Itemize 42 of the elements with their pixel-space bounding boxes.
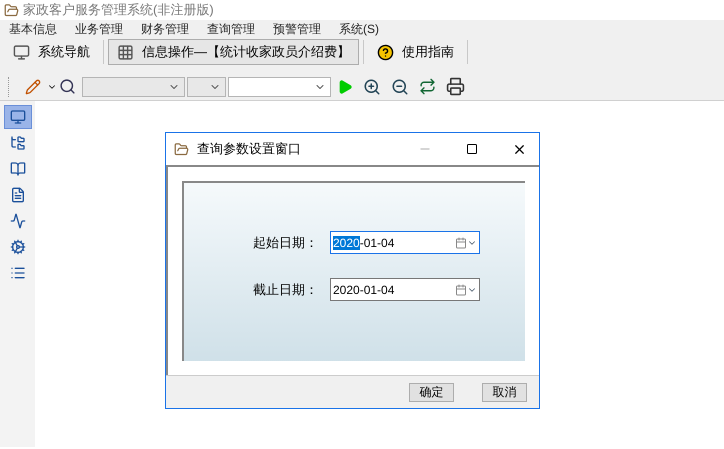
field-label: 截止日期：: [253, 280, 318, 299]
monitor-icon: [10, 109, 26, 125]
list-icon: [10, 265, 26, 281]
sidebar-button[interactable]: [4, 105, 32, 129]
menu-item[interactable]: 系统(S): [330, 20, 388, 38]
dropdown-field[interactable]: [228, 76, 331, 96]
dialog-app-icon: [174, 142, 189, 156]
nav-tab[interactable]: 信息操作—【统计收家政员介绍费】: [108, 39, 359, 65]
monitor-icon: [13, 44, 30, 60]
gear-icon: [10, 239, 26, 255]
window-title: 家政客户服务管理系统(非注册版): [23, 1, 214, 20]
help-icon: [377, 44, 394, 60]
grid-icon: [117, 44, 134, 60]
dialog-button[interactable]: 确定: [409, 382, 454, 402]
menu-item[interactable]: 业务管理: [66, 20, 132, 38]
book-icon: [10, 161, 26, 177]
swap-icon[interactable]: [419, 78, 436, 95]
dropdown-field[interactable]: [82, 76, 185, 96]
folder-tree-icon: [10, 135, 26, 151]
dialog-title: 查询参数设置窗口: [197, 140, 302, 158]
dialog-button[interactable]: 取消: [482, 382, 527, 402]
field-label: 起始日期：: [253, 234, 318, 252]
pencil-icon[interactable]: [25, 78, 41, 94]
menu-item[interactable]: 基本信息: [0, 20, 66, 38]
nav-tab[interactable]: 使用指南: [368, 39, 463, 65]
app-icon: [4, 2, 19, 18]
menu-item[interactable]: 预警管理: [264, 20, 330, 38]
calendar-icon[interactable]: [455, 236, 467, 248]
document-icon: [10, 187, 26, 203]
zoom-in-icon[interactable]: [363, 78, 381, 96]
printer-icon[interactable]: [446, 77, 465, 96]
zoom-out-icon[interactable]: [391, 78, 409, 96]
dropdown-field[interactable]: [187, 76, 226, 96]
chart-icon: [10, 213, 26, 229]
maximize-icon[interactable]: [466, 143, 478, 155]
menu-item[interactable]: 查询管理: [198, 20, 264, 38]
menu-item[interactable]: 财务管理: [132, 20, 198, 38]
calendar-icon[interactable]: [455, 284, 467, 296]
search-icon[interactable]: [59, 78, 76, 95]
date-field[interactable]: 2020-01-04: [330, 278, 480, 301]
date-field[interactable]: 2020-01-04: [330, 231, 480, 254]
nav-tab[interactable]: 系统导航: [4, 39, 99, 65]
